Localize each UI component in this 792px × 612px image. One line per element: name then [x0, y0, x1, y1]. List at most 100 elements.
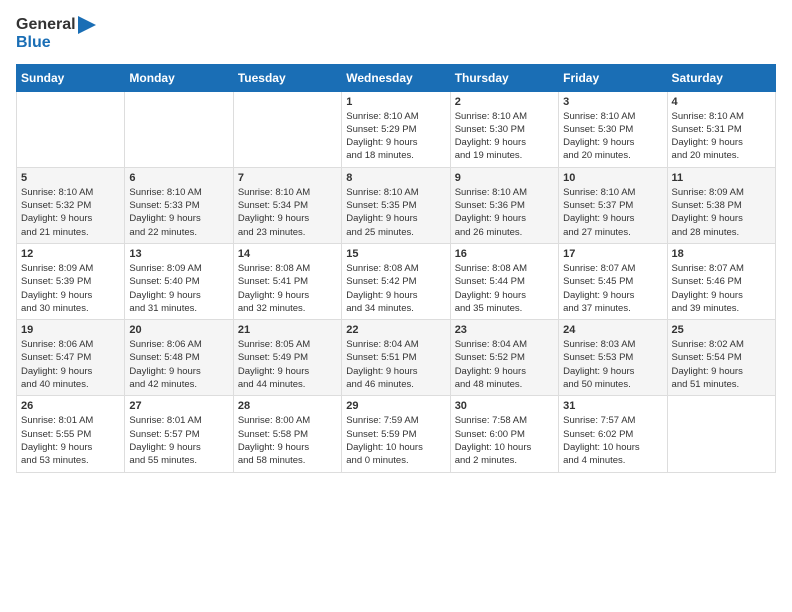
day-cell: 7 Sunrise: 8:10 AMSunset: 5:34 PMDaylight… [233, 167, 341, 243]
day-number: 28 [238, 400, 337, 412]
day-info: Sunrise: 8:01 AMSunset: 5:55 PMDaylight:… [21, 414, 120, 467]
day-info: Sunrise: 8:03 AMSunset: 5:53 PMDaylight:… [563, 338, 662, 391]
day-info: Sunrise: 8:10 AMSunset: 5:33 PMDaylight:… [129, 186, 228, 239]
day-info: Sunrise: 8:09 AMSunset: 5:38 PMDaylight:… [672, 186, 771, 239]
day-cell: 23Sunrise: 8:04 AMSunset: 5:52 PMDayligh… [450, 320, 558, 396]
day-info: Sunrise: 8:07 AMSunset: 5:45 PMDaylight:… [563, 262, 662, 315]
day-info: Sunrise: 8:00 AMSunset: 5:58 PMDaylight:… [238, 414, 337, 467]
day-info: Sunrise: 8:10 AMSunset: 5:31 PMDaylight:… [672, 110, 771, 163]
weekday-header-monday: Monday [125, 64, 233, 91]
day-cell: 14 Sunrise: 8:08 AMSunset: 5:41 PMDayligh… [233, 243, 341, 319]
day-cell [667, 396, 775, 472]
day-number: 3 [563, 96, 662, 108]
day-info: Sunrise: 8:08 AMSunset: 5:42 PMDaylight:… [346, 262, 445, 315]
day-cell: 3 Sunrise: 8:10 AMSunset: 5:30 PMDaylight… [559, 91, 667, 167]
day-number: 4 [672, 96, 771, 108]
day-number: 11 [672, 172, 771, 184]
day-cell: 27 Sunrise: 8:01 AMSunset: 5:57 PMDayligh… [125, 396, 233, 472]
day-cell [125, 91, 233, 167]
day-number: 14 [238, 248, 337, 260]
day-info: Sunrise: 8:10 AMSunset: 5:29 PMDaylight:… [346, 110, 445, 163]
day-info: Sunrise: 7:59 AMSunset: 5:59 PMDaylight:… [346, 414, 445, 467]
day-info: Sunrise: 7:57 AMSunset: 6:02 PMDaylight:… [563, 414, 662, 467]
logo-blue-text: Blue [16, 34, 96, 52]
day-cell: 22 Sunrise: 8:04 AMSunset: 5:51 PMDayligh… [342, 320, 450, 396]
day-number: 26 [21, 400, 120, 412]
day-cell: 26 Sunrise: 8:01 AMSunset: 5:55 PMDayligh… [17, 396, 125, 472]
day-info: Sunrise: 8:06 AMSunset: 5:47 PMDaylight:… [21, 338, 120, 391]
weekday-header-tuesday: Tuesday [233, 64, 341, 91]
day-info: Sunrise: 8:06 AMSunset: 5:48 PMDaylight:… [129, 338, 228, 391]
day-number: 1 [346, 96, 445, 108]
day-cell: 10Sunrise: 8:10 AMSunset: 5:37 PMDayligh… [559, 167, 667, 243]
weekday-header-row: SundayMondayTuesdayWednesdayThursdayFrid… [17, 64, 776, 91]
day-cell: 5Sunrise: 8:10 AMSunset: 5:32 PMDaylight… [17, 167, 125, 243]
day-number: 30 [455, 400, 554, 412]
weekday-header-friday: Friday [559, 64, 667, 91]
day-info: Sunrise: 8:01 AMSunset: 5:57 PMDaylight:… [129, 414, 228, 467]
day-number: 9 [455, 172, 554, 184]
day-number: 17 [563, 248, 662, 260]
day-info: Sunrise: 8:02 AMSunset: 5:54 PMDaylight:… [672, 338, 771, 391]
day-info: Sunrise: 8:04 AMSunset: 5:52 PMDaylight:… [455, 338, 554, 391]
day-number: 29 [346, 400, 445, 412]
day-number: 19 [21, 324, 120, 336]
day-cell: 29 Sunrise: 7:59 AMSunset: 5:59 PMDayligh… [342, 396, 450, 472]
day-info: Sunrise: 8:10 AMSunset: 5:35 PMDaylight:… [346, 186, 445, 239]
logo: General Blue [16, 16, 96, 52]
logo-triangle-icon [78, 16, 96, 34]
day-info: Sunrise: 8:10 AMSunset: 5:32 PMDaylight:… [21, 186, 120, 239]
day-info: Sunrise: 8:08 AMSunset: 5:41 PMDaylight:… [238, 262, 337, 315]
week-row-3: 12 Sunrise: 8:09 AMSunset: 5:39 PMDayligh… [17, 243, 776, 319]
day-cell [233, 91, 341, 167]
day-info: Sunrise: 7:58 AMSunset: 6:00 PMDaylight:… [455, 414, 554, 467]
day-cell: 19 Sunrise: 8:06 AMSunset: 5:47 PMDayligh… [17, 320, 125, 396]
day-number: 12 [21, 248, 120, 260]
day-number: 22 [346, 324, 445, 336]
day-number: 31 [563, 400, 662, 412]
day-cell: 6 Sunrise: 8:10 AMSunset: 5:33 PMDaylight… [125, 167, 233, 243]
day-number: 2 [455, 96, 554, 108]
logo-container: General Blue [16, 16, 96, 52]
day-cell: 25Sunrise: 8:02 AMSunset: 5:54 PMDayligh… [667, 320, 775, 396]
day-cell: 30 Sunrise: 7:58 AMSunset: 6:00 PMDayligh… [450, 396, 558, 472]
day-cell: 20 Sunrise: 8:06 AMSunset: 5:48 PMDayligh… [125, 320, 233, 396]
day-cell: 8 Sunrise: 8:10 AMSunset: 5:35 PMDaylight… [342, 167, 450, 243]
weekday-header-sunday: Sunday [17, 64, 125, 91]
day-info: Sunrise: 8:10 AMSunset: 5:36 PMDaylight:… [455, 186, 554, 239]
week-row-5: 26 Sunrise: 8:01 AMSunset: 5:55 PMDayligh… [17, 396, 776, 472]
day-number: 18 [672, 248, 771, 260]
day-number: 6 [129, 172, 228, 184]
weekday-header-wednesday: Wednesday [342, 64, 450, 91]
day-cell: 12 Sunrise: 8:09 AMSunset: 5:39 PMDayligh… [17, 243, 125, 319]
week-row-2: 5Sunrise: 8:10 AMSunset: 5:32 PMDaylight… [17, 167, 776, 243]
day-info: Sunrise: 8:10 AMSunset: 5:34 PMDaylight:… [238, 186, 337, 239]
day-info: Sunrise: 8:08 AMSunset: 5:44 PMDaylight:… [455, 262, 554, 315]
day-cell: 16Sunrise: 8:08 AMSunset: 5:44 PMDayligh… [450, 243, 558, 319]
day-info: Sunrise: 8:10 AMSunset: 5:30 PMDaylight:… [563, 110, 662, 163]
logo-general-text: General [16, 16, 76, 34]
day-number: 21 [238, 324, 337, 336]
day-number: 15 [346, 248, 445, 260]
week-row-1: 1 Sunrise: 8:10 AMSunset: 5:29 PMDaylight… [17, 91, 776, 167]
day-number: 8 [346, 172, 445, 184]
day-number: 20 [129, 324, 228, 336]
day-cell: 11 Sunrise: 8:09 AMSunset: 5:38 PMDayligh… [667, 167, 775, 243]
day-number: 24 [563, 324, 662, 336]
day-cell: 13Sunrise: 8:09 AMSunset: 5:40 PMDayligh… [125, 243, 233, 319]
day-cell: 28 Sunrise: 8:00 AMSunset: 5:58 PMDayligh… [233, 396, 341, 472]
day-number: 27 [129, 400, 228, 412]
day-info: Sunrise: 8:09 AMSunset: 5:39 PMDaylight:… [21, 262, 120, 315]
day-cell: 21 Sunrise: 8:05 AMSunset: 5:49 PMDayligh… [233, 320, 341, 396]
day-info: Sunrise: 8:04 AMSunset: 5:51 PMDaylight:… [346, 338, 445, 391]
day-cell: 18Sunrise: 8:07 AMSunset: 5:46 PMDayligh… [667, 243, 775, 319]
day-cell: 15 Sunrise: 8:08 AMSunset: 5:42 PMDayligh… [342, 243, 450, 319]
day-info: Sunrise: 8:05 AMSunset: 5:49 PMDaylight:… [238, 338, 337, 391]
calendar: SundayMondayTuesdayWednesdayThursdayFrid… [16, 64, 776, 473]
day-cell [17, 91, 125, 167]
day-cell: 2Sunrise: 8:10 AMSunset: 5:30 PMDaylight… [450, 91, 558, 167]
day-info: Sunrise: 8:10 AMSunset: 5:37 PMDaylight:… [563, 186, 662, 239]
day-cell: 24 Sunrise: 8:03 AMSunset: 5:53 PMDayligh… [559, 320, 667, 396]
weekday-header-thursday: Thursday [450, 64, 558, 91]
day-number: 7 [238, 172, 337, 184]
